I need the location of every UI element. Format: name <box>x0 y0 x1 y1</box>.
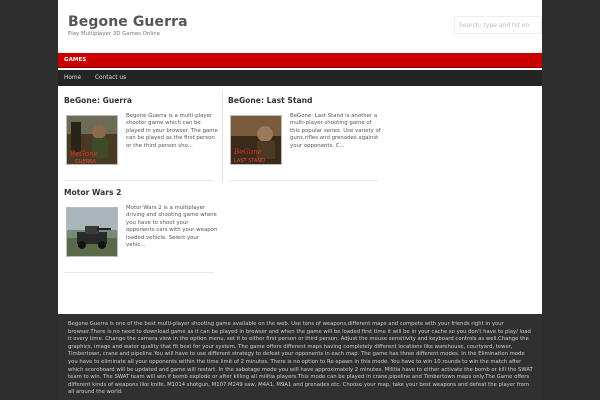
post-title[interactable]: BeGone: Last Stand <box>228 96 380 105</box>
post-card: BeGone: Guerra BeGone GUERRA Begone Guer… <box>64 96 218 176</box>
post-thumbnail[interactable] <box>66 207 118 257</box>
site-header: Begone Guerra Play Multiplayer 3D Games … <box>58 0 542 53</box>
svg-text:BeGone: BeGone <box>69 150 98 158</box>
search-input[interactable]: Search: type and hit en <box>454 16 542 34</box>
svg-text:LAST STAND: LAST STAND <box>234 158 265 164</box>
main-navigation: Home Contact us <box>58 70 542 86</box>
post-excerpt: Motor Wars 2 is a multiplayer driving an… <box>126 205 218 249</box>
page-container: Begone Guerra Play Multiplayer 3D Games … <box>58 0 542 400</box>
post-title[interactable]: Motor Wars 2 <box>64 188 216 197</box>
post-card: BeGone: Last Stand BeGone LAST STAND BeG… <box>228 96 381 176</box>
post-card: Motor Wars 2 Motor Wars 2 is a multiplay… <box>64 188 218 268</box>
post-title[interactable]: BeGone: Guerra <box>64 96 216 105</box>
svg-text:GUERRA: GUERRA <box>75 159 96 165</box>
nav-item-home[interactable]: Home <box>64 75 81 81</box>
post-thumbnail[interactable]: BeGone GUERRA <box>66 115 118 165</box>
footer-description: Begone Guerra is one of the best multi-p… <box>68 321 533 396</box>
site-footer: Begone Guerra is one of the best multi-p… <box>58 314 542 400</box>
site-description: Play Multiplayer 3D Games Online <box>68 31 161 37</box>
post-divider <box>228 180 378 181</box>
site-title[interactable]: Begone Guerra <box>68 14 188 30</box>
menu-item-games[interactable]: GAMES <box>64 57 86 63</box>
post-divider <box>64 272 214 273</box>
post-divider <box>64 180 214 181</box>
nav-item-contact[interactable]: Contact us <box>95 75 126 81</box>
post-excerpt: Begone Guerra is a multi-player shooter … <box>126 113 218 149</box>
post-thumbnail[interactable]: BeGone LAST STAND <box>230 115 282 165</box>
post-excerpt: BeGone: Last Stand is another a multi-pl… <box>290 113 381 149</box>
svg-text:BeGone: BeGone <box>233 148 262 156</box>
column-divider <box>222 92 223 182</box>
category-menu-bar: GAMES <box>58 53 542 68</box>
